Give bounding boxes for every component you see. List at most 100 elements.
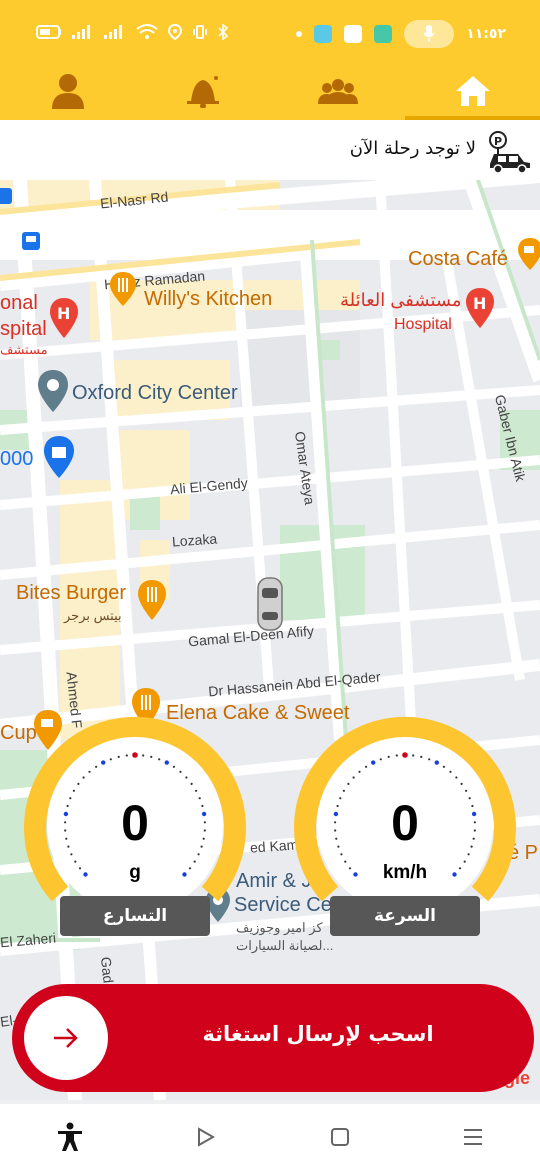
svg-text:P: P <box>494 135 502 148</box>
gauge-tick <box>195 789 198 792</box>
status-bar: ١١:٥٢ <box>0 0 540 64</box>
bluetooth-icon <box>218 24 228 40</box>
shopping-pin-icon <box>44 436 74 478</box>
poi-hospital-ar[interactable]: مستشفى العائلة <box>340 290 462 311</box>
sos-swipe-label: اسحب لإرسال استغاثة <box>202 1022 434 1046</box>
app-notif-icon-2 <box>344 25 363 43</box>
wifi-icon <box>136 24 158 39</box>
road-label: Gad <box>97 956 117 984</box>
gauge-tick <box>465 789 468 792</box>
gauge-tick <box>77 782 80 785</box>
map-view[interactable]: El-Nasr Rd Hafez Ramadan Ali El-Gendy Lo… <box>0 180 540 1100</box>
speed-gauge: 0 km/h <box>292 712 518 912</box>
mic-indicator <box>404 20 455 48</box>
gauge-tick <box>428 758 431 761</box>
gauge-tick <box>352 776 355 779</box>
speed-value: 0 <box>391 795 419 851</box>
recents-icon[interactable] <box>463 1128 483 1146</box>
back-icon[interactable] <box>196 1127 216 1147</box>
gauge-tick <box>340 853 343 856</box>
car-parking-icon: P <box>489 131 530 174</box>
gauge-tick <box>347 782 350 785</box>
gauge-tick <box>185 776 188 779</box>
gauge-tick <box>442 765 445 768</box>
app-notif-icon <box>314 25 333 43</box>
poi-hospital-left-2: spital <box>0 318 47 340</box>
svg-text:H: H <box>473 294 486 313</box>
poi-bites-burger-ar: بيتس برجر <box>64 608 122 623</box>
speed-unit: km/h <box>382 862 428 883</box>
trip-status-text: لا توجد رحلة الآن <box>349 138 476 159</box>
nav-home[interactable] <box>405 62 540 120</box>
gauge-tick <box>412 754 415 757</box>
gauge-tick <box>72 789 75 792</box>
gauge-tick <box>101 760 106 765</box>
hospital-pin-icon-2: H <box>50 298 78 338</box>
restaurant-pin-icon <box>110 272 136 306</box>
sos-swipe-handle[interactable] <box>24 996 108 1080</box>
cafe-pin-icon <box>518 238 540 270</box>
gauge-tick <box>467 853 470 856</box>
gauge-tick <box>342 789 345 792</box>
gauge-tick <box>142 754 145 757</box>
signal-icon <box>72 25 90 39</box>
poi-amir-service-ar: كز امير وجوزيف <box>236 920 323 935</box>
gauge-tick <box>164 760 169 765</box>
acceleration-unit: g <box>129 862 141 883</box>
poi-amir-service-ar-2: لصيانة السيارات... <box>236 938 334 953</box>
gauge-tick <box>70 853 73 856</box>
acceleration-gauge: 0 g <box>22 712 248 912</box>
vibrate-icon <box>193 25 207 39</box>
battery-icon <box>36 25 61 39</box>
person-icon <box>51 74 84 109</box>
system-nav-bar <box>0 1104 540 1170</box>
poi-number: 000 <box>0 448 34 470</box>
dot-icon <box>296 31 303 37</box>
nav-groups[interactable] <box>270 62 405 120</box>
speed-label: السرعة <box>330 896 480 936</box>
gauge-tick <box>179 770 182 773</box>
poi-bites-burger[interactable]: Bites Burger <box>16 582 126 605</box>
poi-willys-kitchen[interactable]: Willy's Kitchen <box>144 288 272 311</box>
hospital-pin-icon: H <box>466 288 494 328</box>
poi-costa-cafe[interactable]: Costa Café <box>408 248 508 271</box>
group-icon <box>317 79 358 104</box>
home-nav-icon[interactable] <box>330 1127 350 1147</box>
gauge-tick <box>190 782 193 785</box>
bell-icon <box>186 76 219 108</box>
gauge-tick <box>109 758 112 761</box>
status-right-icons: ١١:٥٢ <box>296 20 506 48</box>
poi-oxford-city-center[interactable]: Oxford City Center <box>72 382 238 405</box>
gauge-tick <box>158 758 161 761</box>
signal-icon-2 <box>104 25 122 39</box>
gauge-tick <box>434 760 439 765</box>
arrow-right-icon <box>54 1028 78 1048</box>
gauge-tick <box>88 770 91 773</box>
gauge-tick <box>358 770 361 773</box>
mic-icon <box>423 25 435 42</box>
gauge-tick <box>387 755 390 758</box>
road-label: Lozaka <box>171 530 218 550</box>
acceleration-label: التسارع <box>60 896 210 936</box>
nav-profile[interactable] <box>0 62 135 120</box>
gauge-tick <box>365 765 368 768</box>
poi-hospital-en: Hospital <box>394 316 452 333</box>
poi-hospital-left-ar: مستشف <box>0 342 48 357</box>
sos-swipe-slider[interactable]: اسحب لإرسال استغاثة <box>12 984 534 1092</box>
svg-text:H: H <box>57 304 70 323</box>
poi-hospital-left: onal <box>0 292 38 314</box>
place-pin-icon <box>38 370 68 412</box>
gauge-tick <box>95 765 98 768</box>
trip-status-bar: لا توجد رحلة الآن P <box>0 120 540 180</box>
nav-alerts[interactable] <box>135 62 270 120</box>
gauge-tick <box>82 776 85 779</box>
gauge-tick <box>125 754 128 757</box>
home-icon <box>455 76 490 106</box>
top-nav <box>0 62 540 120</box>
status-time: ١١:٥٢ <box>466 26 506 42</box>
status-left-icons <box>36 24 228 40</box>
location-icon <box>168 24 182 40</box>
accessibility-icon[interactable] <box>57 1122 83 1152</box>
gauge-tick <box>420 755 423 758</box>
gauge-tick <box>132 752 138 758</box>
